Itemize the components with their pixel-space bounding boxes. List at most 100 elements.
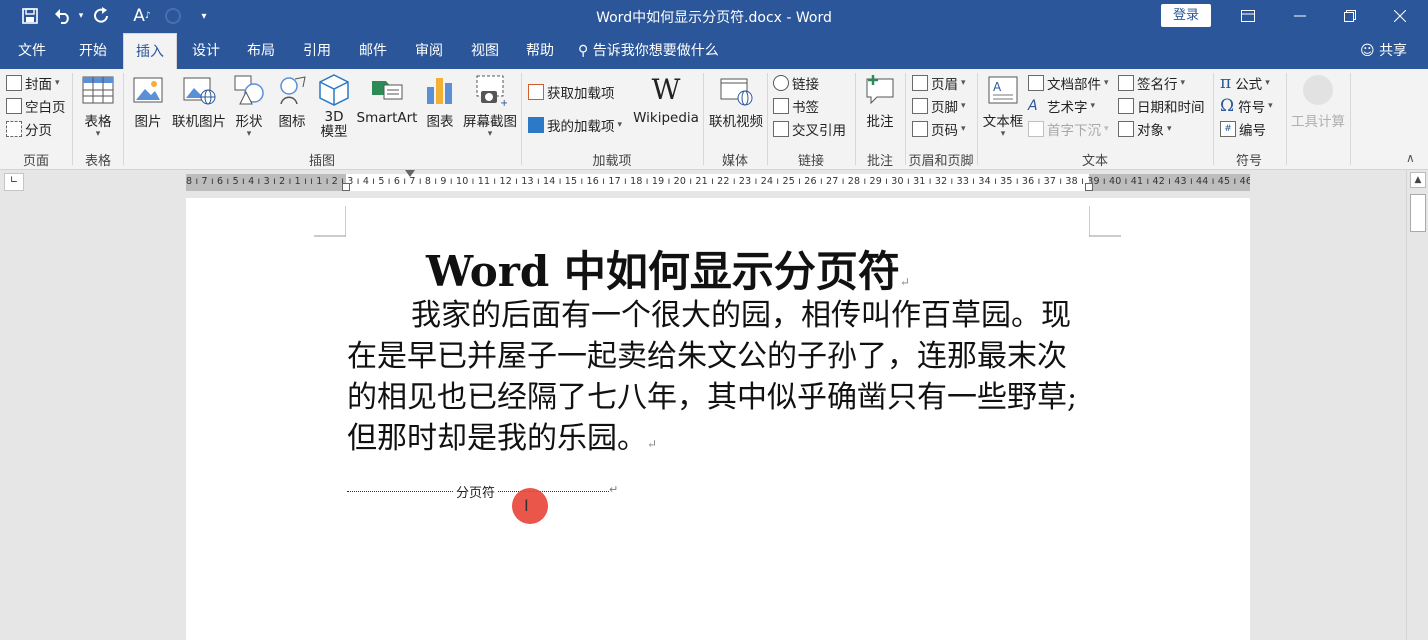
footer-button[interactable]: 页脚 ▾ xyxy=(912,95,966,117)
right-indent-marker[interactable] xyxy=(1085,183,1093,191)
tell-me-search[interactable]: ⚲ 告诉我你想要做什么 xyxy=(578,33,719,69)
document-page[interactable]: Word 中如何显示分页符↵ 我家的后面有一个很大的园，相传叫作百草园。现在是早… xyxy=(186,198,1250,640)
close-icon[interactable] xyxy=(1380,4,1420,28)
online-picture-button[interactable]: 联机图片 xyxy=(170,73,228,130)
bookmark-button[interactable]: 书签 xyxy=(773,95,819,117)
textbox-icon: A xyxy=(986,73,1020,107)
my-addins-label: 我的加载项 xyxy=(547,119,615,135)
share-button[interactable]: ☺ 共享 xyxy=(1360,33,1407,69)
horizontal-ruler[interactable]: 8 ı 7 ı 6 ı 5 ı 4 ı 3 ı 2 ı 1 ı ı 1 ı 2 … xyxy=(186,170,1250,191)
calendar-icon xyxy=(1118,98,1134,114)
collapse-ribbon-icon[interactable]: ∧ xyxy=(1406,151,1415,165)
page-break-button[interactable]: 分页 xyxy=(6,118,52,140)
tab-selector-icon[interactable]: ∟ xyxy=(4,173,24,191)
tab-help[interactable]: 帮助 xyxy=(514,33,566,69)
tab-references[interactable]: 引用 xyxy=(291,33,343,69)
tab-insert[interactable]: 插入 xyxy=(123,33,177,69)
svg-text:+: + xyxy=(500,98,507,107)
shapes-label: 形状 xyxy=(235,114,263,130)
link-button[interactable]: 链接 xyxy=(773,72,819,94)
table-icon xyxy=(81,73,115,107)
group-label-pages: 页面 xyxy=(22,154,49,169)
tab-home[interactable]: 开始 xyxy=(67,33,119,69)
my-addins-button[interactable]: 我的加载项 ▾ xyxy=(528,114,622,136)
signature-line-button[interactable]: 签名行 ▾ xyxy=(1118,72,1185,94)
scroll-up-icon[interactable]: ▲ xyxy=(1410,172,1426,188)
paragraph-mark: ↵ xyxy=(609,483,619,496)
tab-mailings[interactable]: 邮件 xyxy=(347,33,399,69)
symbol-button[interactable]: Ω 符号 ▾ xyxy=(1220,95,1273,117)
wordart-icon: A xyxy=(1028,98,1038,114)
icons-button[interactable]: 图标 xyxy=(272,73,312,130)
cover-page-label: 封面 xyxy=(25,77,52,93)
online-video-button[interactable]: 联机视频 xyxy=(706,73,766,130)
dropcap-icon xyxy=(1028,121,1044,137)
minimize-icon[interactable] xyxy=(1280,4,1320,28)
restore-icon[interactable] xyxy=(1330,4,1370,28)
group-label-links: 链接 xyxy=(797,154,824,169)
dropcap-button[interactable]: 首字下沉 ▾ xyxy=(1028,118,1109,140)
header-button[interactable]: 页眉 ▾ xyxy=(912,72,966,94)
document-heading-text: Word 中如何显示分页符 xyxy=(426,247,900,296)
quick-parts-button[interactable]: 文档部件 ▾ xyxy=(1028,72,1109,94)
shapes-button[interactable]: 形状 ▾ xyxy=(230,73,268,139)
group-label-text: 文本 xyxy=(1081,154,1108,169)
quick-parts-label: 文档部件 xyxy=(1047,77,1101,93)
picture-label: 图片 xyxy=(134,114,162,130)
smartart-label: SmartArt xyxy=(356,110,418,126)
tab-view[interactable]: 视图 xyxy=(459,33,511,69)
quick-parts-icon xyxy=(1028,75,1044,91)
ribbon-display-icon[interactable] xyxy=(1228,4,1268,28)
textbox-button[interactable]: A 文本框 ▾ xyxy=(980,73,1026,139)
picture-icon xyxy=(131,73,165,107)
tool-calc-button[interactable]: 工具计算 xyxy=(1288,73,1348,130)
omega-icon: Ω xyxy=(1220,96,1235,116)
get-addins-button[interactable]: 获取加载项 xyxy=(528,81,615,103)
cover-page-button[interactable]: 封面 ▾ xyxy=(6,72,60,94)
left-indent-marker[interactable] xyxy=(342,183,350,191)
wordart-button[interactable]: A 艺术字 ▾ xyxy=(1028,95,1095,117)
textbox-label: 文本框 xyxy=(982,114,1024,130)
picture-button[interactable]: 图片 xyxy=(128,73,168,130)
number-button[interactable]: # 编号 xyxy=(1220,118,1266,140)
comment-button[interactable]: 批注 xyxy=(858,73,902,130)
tab-layout[interactable]: 布局 xyxy=(235,33,287,69)
online-video-icon xyxy=(719,73,753,107)
wordart-label: 艺术字 xyxy=(1047,100,1088,116)
tab-design[interactable]: 设计 xyxy=(180,33,232,69)
scroll-thumb[interactable] xyxy=(1410,194,1426,232)
blank-page-button[interactable]: 空白页 xyxy=(6,95,66,117)
tab-file[interactable]: 文件 xyxy=(6,33,58,69)
svg-text:A: A xyxy=(993,80,1002,94)
title-bar: ▾ A ♪ ▾ Word中如何显示分页符.docx - Word 登录 xyxy=(0,0,1428,33)
header-icon xyxy=(912,75,928,91)
icons-icon xyxy=(275,73,309,107)
datetime-button[interactable]: 日期和时间 xyxy=(1118,95,1205,117)
corner-mark-right xyxy=(1089,206,1121,237)
login-button[interactable]: 登录 xyxy=(1161,4,1211,27)
blank-page-label: 空白页 xyxy=(25,100,66,116)
3d-model-button[interactable]: 3D 模型 xyxy=(314,73,354,140)
page-number-icon xyxy=(912,121,928,137)
wikipedia-icon: W xyxy=(651,73,681,106)
vertical-scrollbar[interactable]: ▲ xyxy=(1406,170,1428,640)
smartart-button[interactable]: SmartArt xyxy=(356,73,418,126)
online-picture-label: 联机图片 xyxy=(172,114,226,130)
wikipedia-button[interactable]: W Wikipedia xyxy=(630,73,702,126)
tab-review[interactable]: 审阅 xyxy=(403,33,455,69)
table-button[interactable]: 表格 ▾ xyxy=(76,73,120,139)
ribbon-tabs: 文件 开始 插入 设计 布局 引用 邮件 审阅 视图 帮助 ⚲ 告诉我你想要做什… xyxy=(0,33,1428,69)
screenshot-button[interactable]: + 屏幕截图 ▾ xyxy=(462,73,518,139)
object-button[interactable]: 对象 ▾ xyxy=(1118,118,1172,140)
cross-reference-button[interactable]: 交叉引用 xyxy=(773,118,846,140)
page-number-label: 页码 xyxy=(931,123,958,139)
equation-button[interactable]: π 公式 ▾ xyxy=(1220,72,1270,94)
link-icon xyxy=(773,75,789,91)
shapes-icon xyxy=(232,73,266,107)
icons-label: 图标 xyxy=(278,114,306,130)
document-heading: Word 中如何显示分页符↵ xyxy=(186,238,1150,299)
first-line-indent-marker[interactable] xyxy=(405,170,415,177)
chart-button[interactable]: 图表 xyxy=(420,73,460,130)
page-number-button[interactable]: 页码 ▾ xyxy=(912,118,966,140)
group-label-comments: 批注 xyxy=(866,154,893,169)
